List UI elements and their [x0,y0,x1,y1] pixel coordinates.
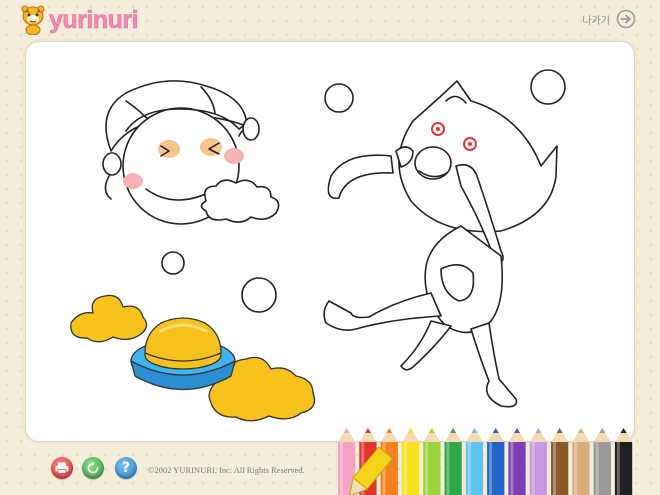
reset-icon[interactable] [86,461,100,475]
tiger-mascot-icon [21,5,45,35]
cat-figure[interactable] [323,80,558,408]
pencil-tan[interactable] [572,428,590,495]
coloring-drawing[interactable] [26,42,634,441]
pencil-purple[interactable] [508,428,526,495]
pencil-green[interactable] [444,428,462,495]
print-button[interactable] [51,457,73,479]
puff-cloud[interactable] [200,179,280,223]
color-palette[interactable] [336,422,636,495]
pencil-gray[interactable] [593,428,611,495]
logo-text: yurinuri [49,5,139,34]
logo: yurinuri [20,4,139,36]
bubble[interactable] [530,69,566,105]
copyright-notice: ©2002 YURINURI, Inc. All Rights Reserved… [148,465,305,475]
arrow-right-circle-icon[interactable] [616,9,636,29]
bubble[interactable] [161,251,185,275]
exit-button[interactable]: 나가기 [582,9,636,29]
bubble[interactable] [324,83,354,113]
pencil-light-green[interactable] [423,428,441,495]
pencil-light-purple[interactable] [529,428,547,495]
reset-button[interactable] [82,457,104,479]
bubble[interactable] [241,277,277,313]
exit-label: 나가기 [582,15,610,27]
coloring-canvas[interactable] [25,41,635,442]
pencil-brown[interactable] [551,428,569,495]
popcorn-bowl[interactable] [70,294,316,422]
pencil-sky-blue[interactable] [465,428,484,495]
pencil-blue[interactable] [487,428,505,495]
pencil-yellow[interactable] [401,428,420,495]
help-button[interactable]: ? [115,457,137,479]
pencil-black[interactable] [614,428,633,495]
help-icon[interactable]: ? [122,460,130,476]
print-icon[interactable] [55,462,69,474]
